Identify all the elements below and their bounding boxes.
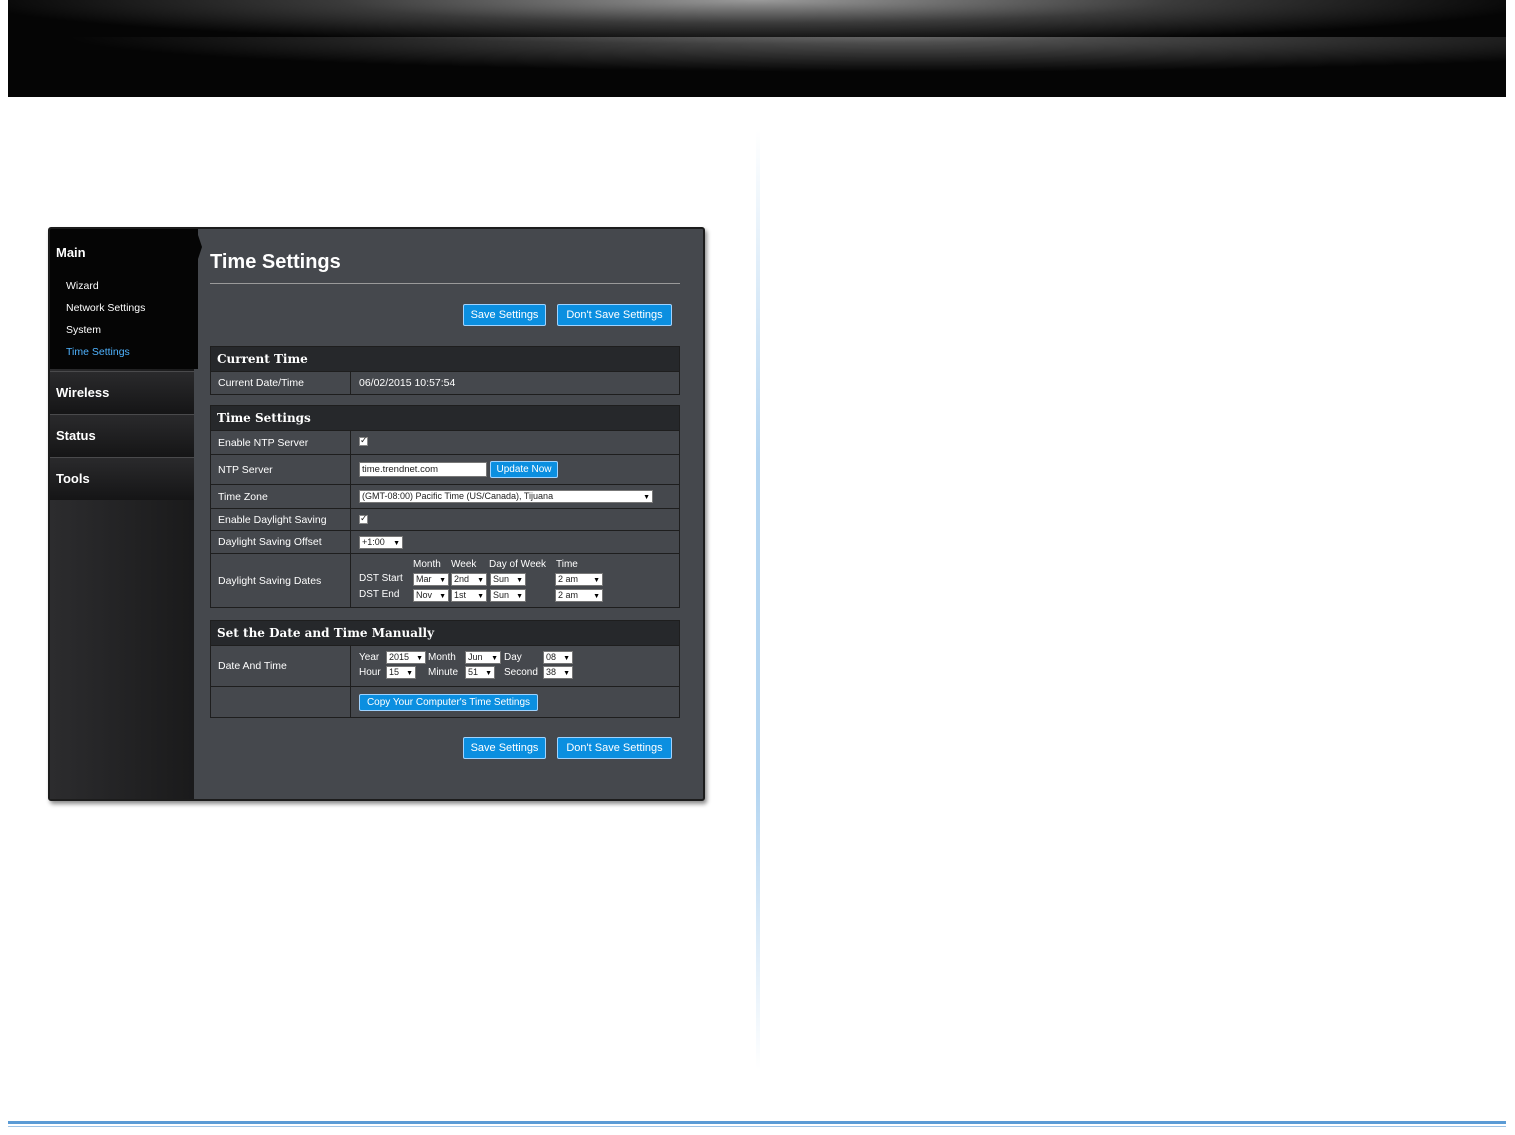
dst-start-time-select[interactable]: 2 am: [555, 573, 603, 586]
sidebar: Main Wizard Network Settings System Time…: [50, 229, 202, 799]
enable-ntp-checkbox[interactable]: [359, 435, 368, 446]
ntp-server-input[interactable]: time.trendnet.com: [359, 462, 487, 477]
update-now-button[interactable]: Update Now: [490, 461, 558, 478]
ntp-server-value: time.trendnet.com Update Now: [359, 455, 679, 484]
copy-time-value: Copy Your Computer's Time Settings: [359, 687, 679, 717]
manual-date-time-value: Year 2015 Month Jun Day 08 Hour 15 Minut…: [359, 646, 679, 686]
enable-dst-checkbox[interactable]: [359, 513, 368, 524]
footer-rule-thin: [8, 1126, 1506, 1127]
current-datetime-value: 06/02/2015 10:57:54: [359, 372, 679, 394]
sidebar-section-wireless[interactable]: Wireless: [50, 371, 194, 414]
sidebar-section-label: Wireless: [56, 385, 110, 400]
time-zone-row: Time Zone (GMT-08:00) Pacific Time (US/C…: [211, 484, 679, 508]
save-settings-button-bottom[interactable]: Save Settings: [463, 737, 546, 759]
day-select[interactable]: 08: [543, 651, 573, 664]
sidebar-section-label: Status: [56, 428, 96, 443]
router-ui-screenshot: Main Wizard Network Settings System Time…: [48, 227, 705, 801]
copy-time-row: Copy Your Computer's Time Settings: [211, 686, 679, 717]
manual-time-panel: Set the Date and Time Manually Date And …: [210, 620, 680, 718]
hour-select[interactable]: 15: [386, 666, 416, 679]
footer-rule: [8, 1121, 1506, 1124]
dst-offset-value: +1:00: [359, 531, 679, 553]
month-label: Month: [428, 652, 456, 663]
dst-start-month-select[interactable]: Mar: [413, 573, 449, 586]
dont-save-settings-button-bottom[interactable]: Don't Save Settings: [557, 737, 672, 759]
dst-col-month: Month: [413, 559, 441, 570]
month-select[interactable]: Jun: [465, 651, 501, 664]
manual-date-time-label: Date And Time: [211, 646, 351, 686]
year-label: Year: [359, 652, 380, 663]
sidebar-item-wizard[interactable]: Wizard: [66, 280, 99, 292]
manual-time-heading: Set the Date and Time Manually: [211, 621, 679, 646]
dst-end-dow-select[interactable]: Sun: [490, 589, 526, 602]
day-label: Day: [504, 652, 522, 663]
current-time-panel: Current Time Current Date/Time 06/02/201…: [210, 346, 680, 395]
enable-dst-row: Enable Daylight Saving: [211, 508, 679, 530]
sidebar-item-network-settings[interactable]: Network Settings: [66, 302, 145, 314]
sidebar-item-system[interactable]: System: [66, 324, 101, 336]
second-label: Second: [504, 667, 538, 678]
sidebar-section-tools[interactable]: Tools: [50, 457, 194, 500]
dst-offset-select[interactable]: +1:00: [359, 536, 403, 549]
time-zone-select[interactable]: (GMT-08:00) Pacific Time (US/Canada), Ti…: [359, 490, 653, 503]
enable-ntp-label: Enable NTP Server: [211, 431, 351, 454]
year-select[interactable]: 2015: [386, 651, 426, 664]
copy-computer-time-button[interactable]: Copy Your Computer's Time Settings: [359, 694, 538, 711]
ntp-server-row: NTP Server time.trendnet.com Update Now: [211, 454, 679, 484]
sidebar-main-heading[interactable]: Main: [56, 245, 86, 260]
dont-save-settings-button-top[interactable]: Don't Save Settings: [557, 304, 672, 326]
sidebar-main-section: Main Wizard Network Settings System Time…: [50, 229, 202, 369]
hour-label: Hour: [359, 667, 381, 678]
dst-dates-label: Daylight Saving Dates: [211, 554, 351, 607]
dst-col-week: Week: [451, 559, 477, 570]
current-datetime-label: Current Date/Time: [211, 372, 351, 394]
time-settings-panel: Time Settings Enable NTP Server NTP Serv…: [210, 405, 680, 608]
dst-start-week-select[interactable]: 2nd: [451, 573, 487, 586]
sidebar-item-time-settings[interactable]: Time Settings: [66, 346, 130, 358]
time-settings-heading: Time Settings: [211, 406, 679, 431]
dst-dates-row: Daylight Saving Dates Month Week Day of …: [211, 553, 679, 607]
dst-offset-row: Daylight Saving Offset +1:00: [211, 530, 679, 553]
sidebar-section-status[interactable]: Status: [50, 414, 194, 457]
dst-end-month-select[interactable]: Nov: [413, 589, 449, 602]
current-time-heading: Current Time: [211, 347, 679, 372]
second-select[interactable]: 38: [543, 666, 573, 679]
dst-end-time-select[interactable]: 2 am: [555, 589, 603, 602]
enable-dst-label: Enable Daylight Saving: [211, 509, 351, 530]
time-zone-value: (GMT-08:00) Pacific Time (US/Canada), Ti…: [359, 485, 679, 508]
page-title: Time Settings: [210, 251, 341, 273]
dst-offset-label: Daylight Saving Offset: [211, 531, 351, 553]
dst-col-day-of-week: Day of Week: [489, 559, 547, 570]
dst-end-week-select[interactable]: 1st: [451, 589, 487, 602]
column-divider: [756, 130, 760, 1070]
enable-ntp-row: Enable NTP Server: [211, 431, 679, 454]
minute-select[interactable]: 51: [465, 666, 495, 679]
dst-end-label: DST End: [359, 589, 400, 600]
enable-dst-value: [359, 509, 679, 530]
ntp-server-label: NTP Server: [211, 455, 351, 484]
title-divider: [210, 283, 680, 284]
dst-start-dow-select[interactable]: Sun: [490, 573, 526, 586]
minute-label: Minute: [428, 667, 459, 678]
copy-time-label-cell: [211, 687, 351, 717]
enable-ntp-value: [359, 431, 679, 454]
current-datetime-text: 06/02/2015 10:57:54: [359, 377, 456, 389]
dst-col-time: Time: [556, 559, 578, 570]
header-banner: [8, 0, 1506, 97]
time-zone-label: Time Zone: [211, 485, 351, 508]
manual-date-time-row: Date And Time Year 2015 Month Jun Day 08…: [211, 646, 679, 686]
sidebar-section-label: Tools: [56, 471, 90, 486]
dst-dates-value: Month Week Day of Week Time DST Start Ma…: [359, 554, 679, 607]
current-datetime-row: Current Date/Time 06/02/2015 10:57:54: [211, 372, 679, 394]
dst-start-label: DST Start: [359, 573, 403, 584]
save-settings-button-top[interactable]: Save Settings: [463, 304, 546, 326]
